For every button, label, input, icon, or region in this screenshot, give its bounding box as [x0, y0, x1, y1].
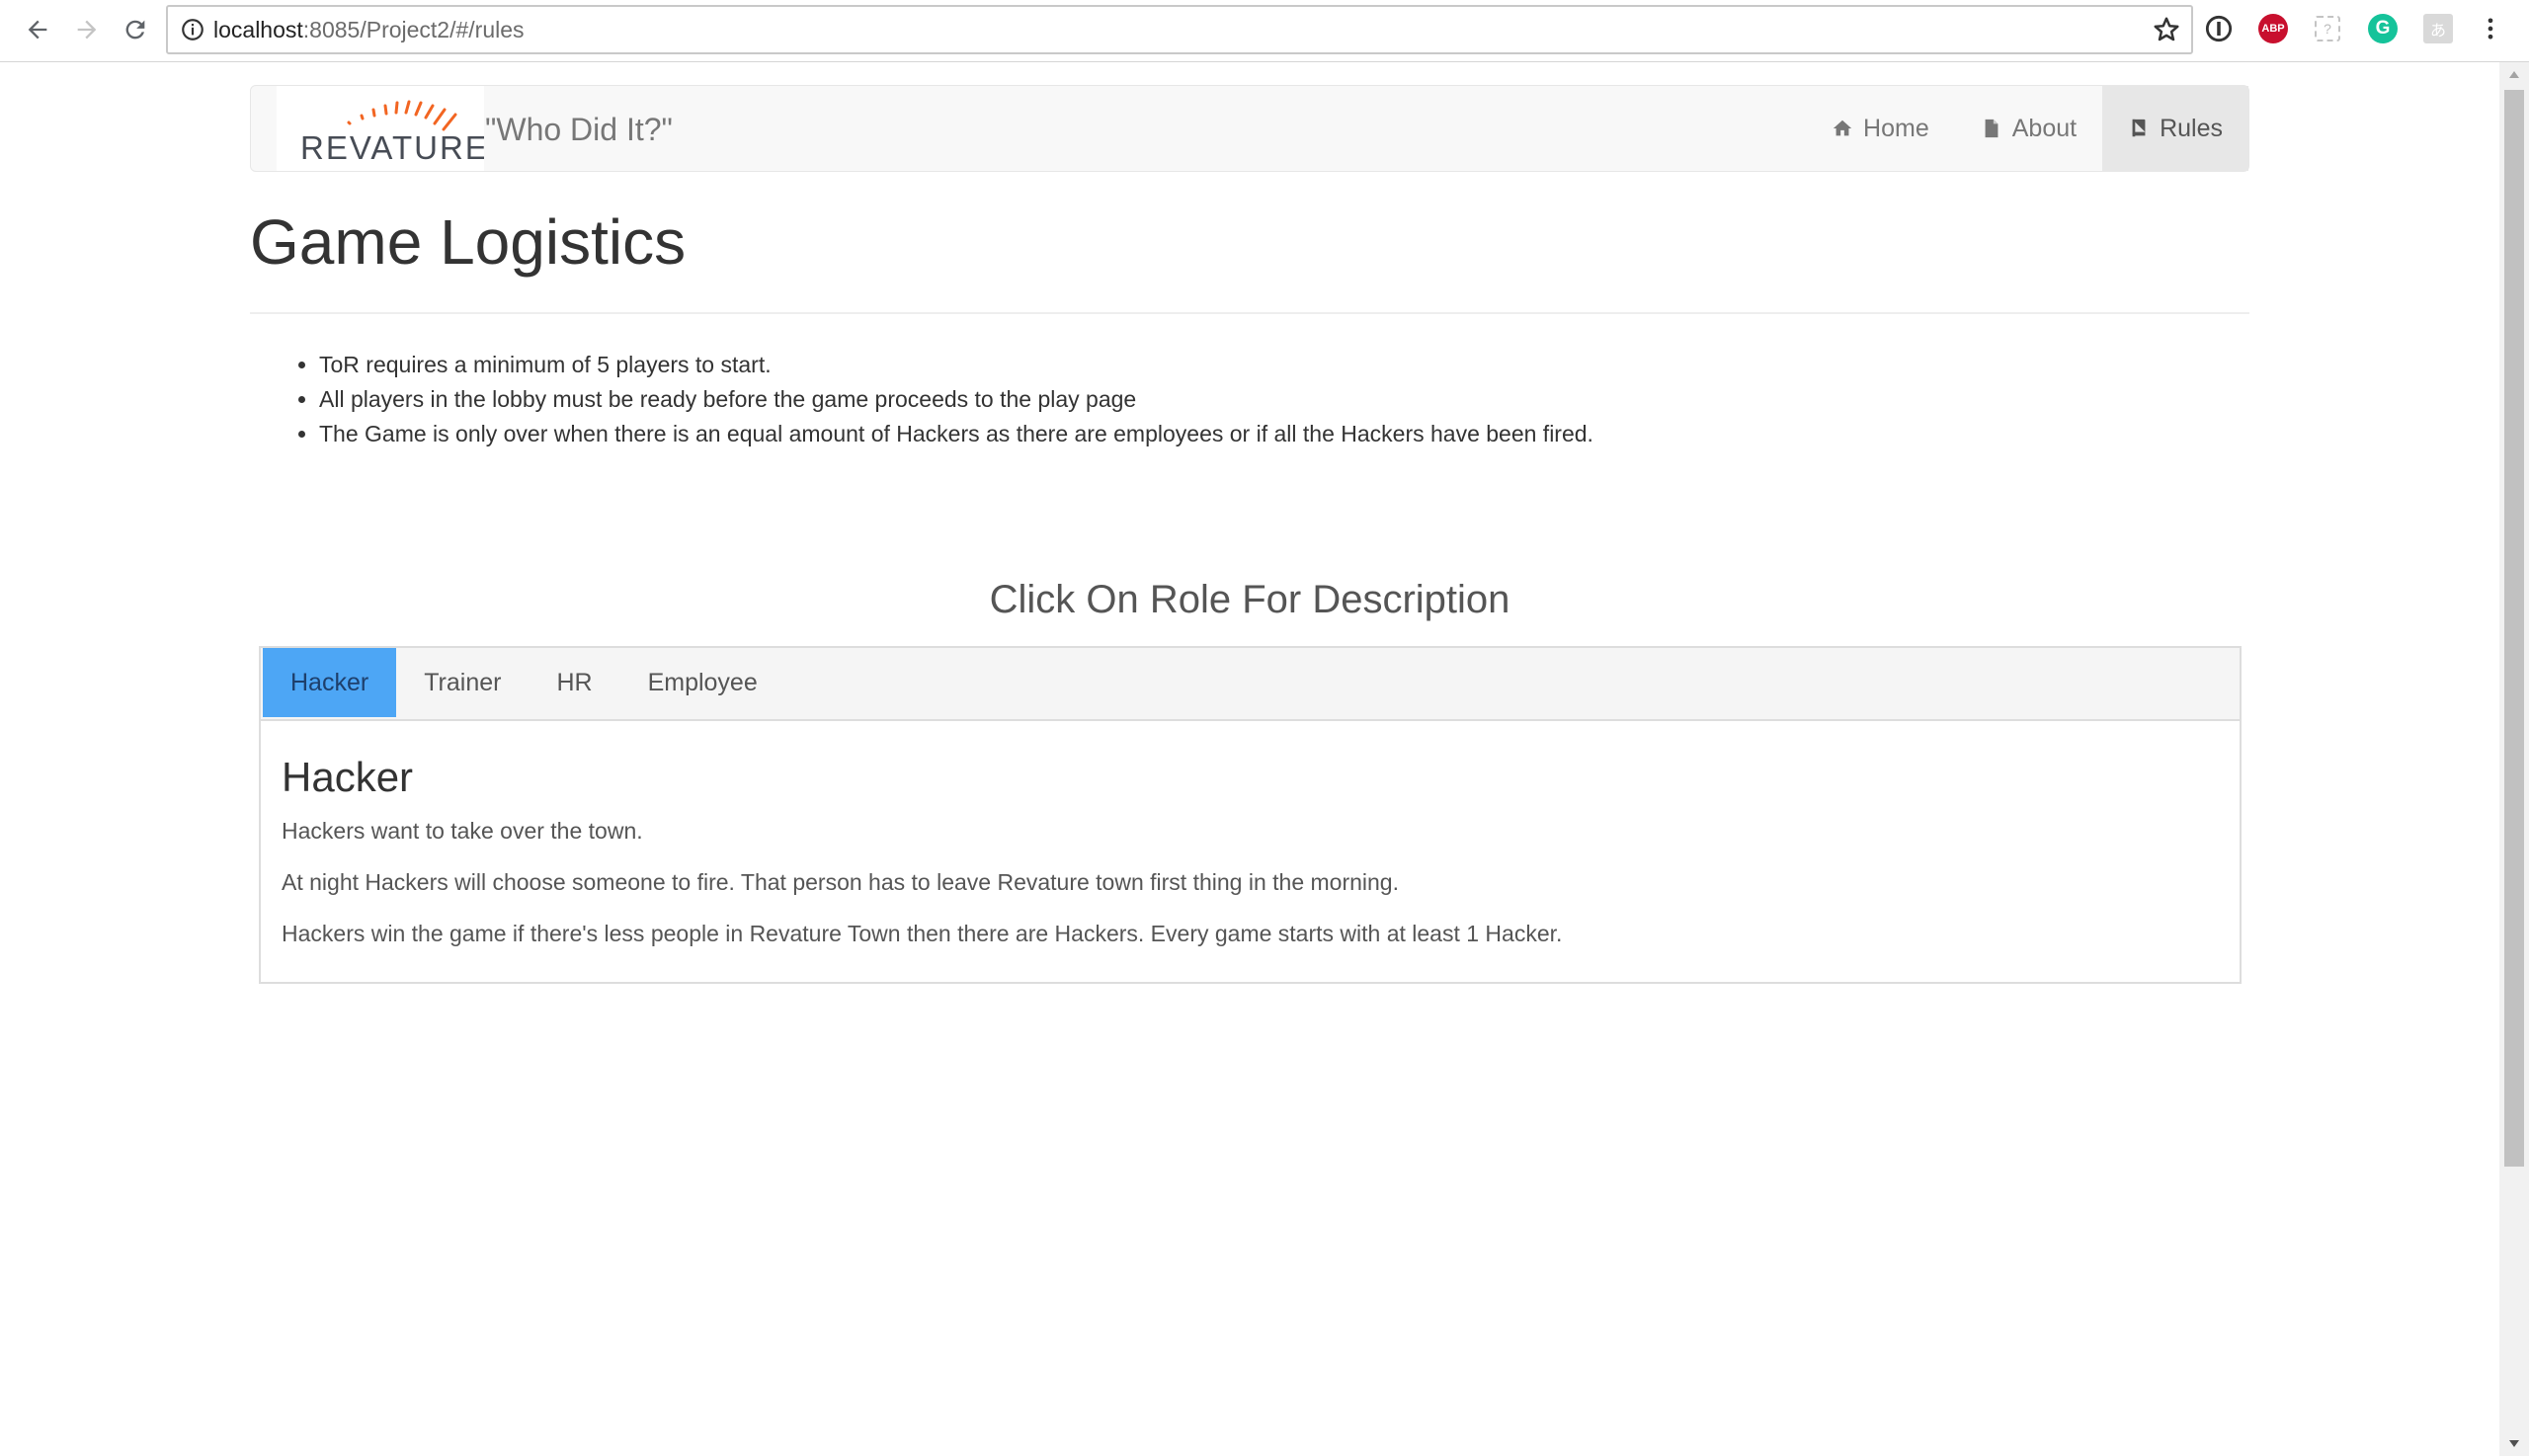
url-text: localhost:8085/Project2/#/rules — [213, 17, 525, 43]
tab-bar: Hacker Trainer HR Employee — [261, 648, 2240, 721]
url-host: localhost — [213, 17, 303, 42]
bookmark-star-icon[interactable] — [2152, 15, 2181, 44]
nav-rules-label: Rules — [2160, 114, 2223, 142]
role-paragraph: Hackers win the game if there's less peo… — [282, 921, 1563, 946]
list-item: The Game is only over when there is an e… — [319, 417, 2249, 451]
brand-title[interactable]: "Who Did It?" — [485, 112, 673, 148]
reload-icon — [125, 20, 145, 40]
frame-icon[interactable]: ? — [2315, 16, 2340, 41]
book-icon — [2132, 119, 2146, 137]
address-bar[interactable]: localhost:8085/Project2/#/rules — [166, 5, 2193, 54]
revature-logo[interactable]: REVATURE — [277, 86, 487, 171]
rules-list: ToR requires a minimum of 5 players to s… — [250, 348, 2249, 451]
nav-home[interactable]: Home — [1806, 86, 1955, 171]
info-icon[interactable] — [180, 17, 205, 42]
file-icon — [1985, 119, 1999, 138]
password-manager-icon[interactable] — [2204, 14, 2234, 43]
menu-dots-icon[interactable] — [2476, 14, 2505, 43]
back-button[interactable] — [18, 10, 57, 49]
page-header: Game Logistics — [250, 202, 2249, 314]
role-paragraph: At night Hackers will choose someone to … — [282, 869, 1399, 895]
nav-rules[interactable]: Rules — [2102, 86, 2248, 171]
reload-button[interactable] — [116, 10, 155, 49]
back-arrow-icon — [28, 20, 47, 40]
forward-arrow-icon — [77, 20, 97, 40]
home-icon — [1833, 120, 1852, 136]
role-paragraph: Hackers want to take over the town. — [282, 818, 643, 844]
page-scrollbar[interactable] — [2499, 62, 2529, 1456]
scroll-up-icon[interactable] — [2507, 68, 2521, 82]
scroll-thumb[interactable] — [2504, 90, 2524, 1167]
nav-home-label: Home — [1863, 114, 1929, 142]
translate-icon[interactable]: あ — [2423, 14, 2453, 43]
logo-graphic: REVATURE — [300, 100, 487, 166]
tab-hacker[interactable]: Hacker — [263, 648, 397, 717]
nav-about-label: About — [2011, 114, 2078, 142]
abp-icon[interactable]: ABP — [2258, 14, 2288, 43]
tab-trainer[interactable]: Trainer — [396, 648, 529, 717]
role-description-panel: Hacker Hackers want to take over the tow… — [282, 753, 2220, 970]
role-title: Hacker — [282, 754, 414, 800]
nav-links: Home About Rules — [1806, 86, 2248, 171]
tab-hr[interactable]: HR — [529, 648, 619, 717]
scroll-down-icon[interactable] — [2507, 1436, 2521, 1450]
site-navbar: REVATURE "Who Did It?" Home About Rules — [250, 85, 2249, 172]
page-title: Game Logistics — [250, 206, 687, 278]
tab-employee[interactable]: Employee — [620, 648, 785, 717]
url-path: :8085/Project2/#/rules — [302, 17, 525, 42]
forward-button[interactable] — [67, 10, 107, 49]
list-item: All players in the lobby must be ready b… — [319, 382, 2249, 417]
roles-heading: Click On Role For Description — [989, 578, 1510, 621]
roles-tabs: Hacker Trainer HR Employee Hacker Hacker… — [259, 646, 2242, 984]
grammarly-icon[interactable]: G — [2368, 14, 2398, 43]
browser-toolbar: localhost:8085/Project2/#/rules ABP ? G … — [0, 0, 2529, 62]
nav-about[interactable]: About — [1955, 86, 2102, 171]
list-item: ToR requires a minimum of 5 players to s… — [319, 348, 2249, 382]
logo-text: REVATURE — [300, 129, 484, 166]
